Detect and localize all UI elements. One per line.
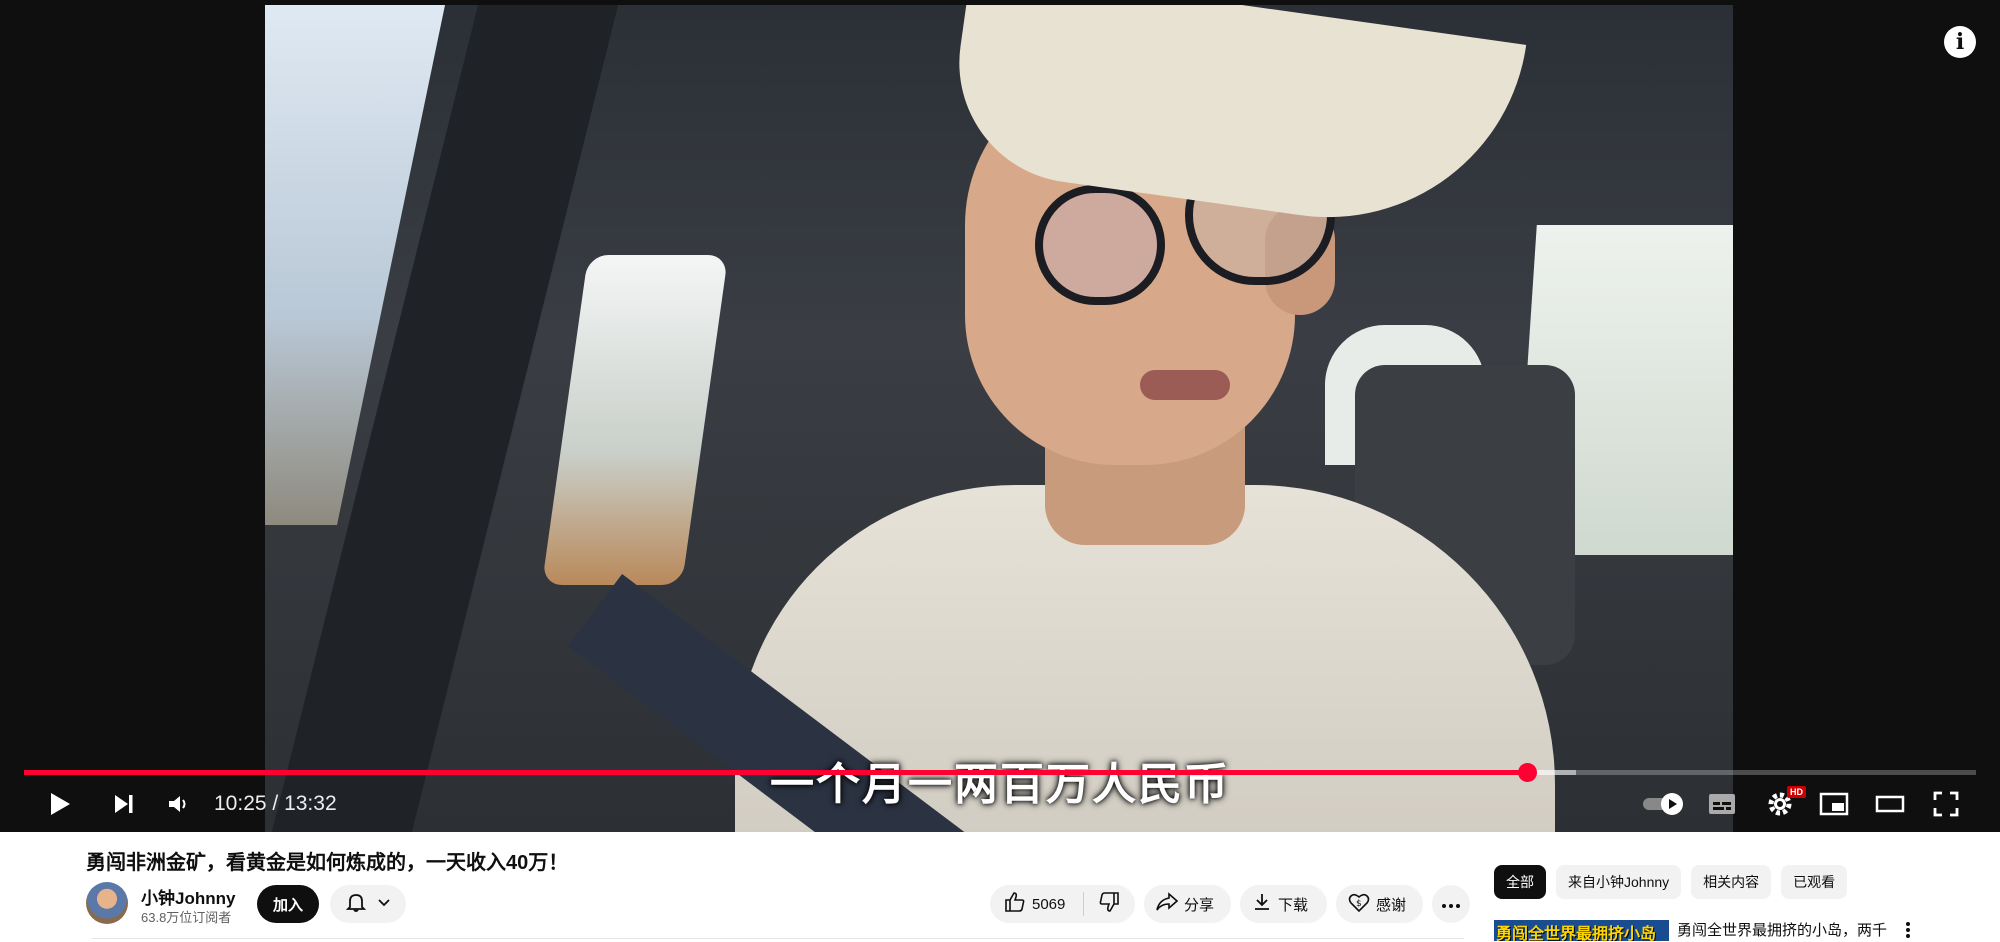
download-label: 下载 (1278, 896, 1309, 914)
autoplay-toggle[interactable] (1640, 784, 1688, 824)
more-actions-button[interactable] (1432, 885, 1470, 923)
share-button[interactable]: 分享 (1144, 885, 1231, 923)
channel-name[interactable]: 小钟Johnny (141, 884, 235, 909)
chip-from-channel[interactable]: 来自小钟Johnny (1556, 865, 1682, 899)
theater-icon[interactable] (1872, 784, 1908, 824)
share-label: 分享 (1184, 896, 1215, 914)
time-total: 13:32 (284, 792, 337, 815)
recommended-video[interactable]: 勇闯全世界最拥挤小岛 勇闯全世界最拥挤的小岛，两千 (1494, 916, 1974, 941)
settings-icon[interactable]: HD (1760, 784, 1806, 824)
thanks-button[interactable]: $ 感谢 (1336, 885, 1423, 923)
miniplayer-icon[interactable] (1816, 784, 1852, 824)
play-icon[interactable] (42, 784, 78, 824)
video-player[interactable]: i 一个月一两百万人民币 10:25 / 13:32 HD (0, 0, 2000, 832)
join-button[interactable]: 加入 (257, 885, 319, 923)
player-controls: 10:25 / 13:32 HD (0, 784, 2000, 824)
progress-bar[interactable] (24, 763, 1976, 782)
share-icon (1156, 892, 1179, 916)
time-display: 10:25 / 13:32 (214, 792, 337, 816)
heart-dollar-icon: $ (1348, 891, 1370, 917)
fullscreen-icon[interactable] (1928, 784, 1964, 824)
thumbs-up-icon (1004, 891, 1026, 917)
notification-button[interactable] (330, 885, 406, 923)
next-icon[interactable] (106, 784, 142, 824)
download-button[interactable]: 下载 (1240, 885, 1327, 923)
chip-all[interactable]: 全部 (1494, 865, 1546, 899)
thumbnail-caption: 勇闯全世界最拥挤小岛 (1496, 926, 1657, 941)
video-scene-mouth (1140, 370, 1230, 400)
more-vertical-icon[interactable] (1898, 918, 1918, 942)
avatar[interactable] (86, 882, 128, 924)
hd-badge: HD (1787, 786, 1806, 798)
video-frame[interactable] (265, 5, 1733, 832)
recommended-thumbnail[interactable]: 勇闯全世界最拥挤小岛 (1494, 920, 1669, 941)
bell-icon (345, 891, 367, 918)
progress-scrubber[interactable] (1518, 763, 1538, 782)
chevron-down-icon (376, 894, 392, 915)
subscriber-count: 63.8万位订阅者 (141, 910, 232, 925)
download-icon (1252, 892, 1272, 916)
video-scene-glasses-left (1035, 185, 1165, 305)
video-scene-window-mid (541, 255, 729, 585)
info-icon[interactable]: i (1944, 26, 1976, 58)
time-separator: / (266, 792, 285, 815)
like-dislike-group: 5069 (990, 885, 1135, 923)
more-horizontal-icon (1441, 896, 1461, 913)
thumbs-down-icon (1098, 891, 1120, 917)
recommended-title[interactable]: 勇闯全世界最拥挤的小岛，两千 (1677, 919, 1887, 940)
chip-related[interactable]: 相关内容 (1691, 865, 1772, 899)
video-title: 勇闯非洲金矿，看黄金是如何炼成的，一天收入40万！ (86, 852, 569, 874)
related-filter-chips: 全部 来自小钟Johnny 相关内容 已观看 (1494, 865, 1848, 899)
svg-text:$: $ (1356, 899, 1362, 909)
dislike-button[interactable] (1084, 885, 1134, 923)
thanks-label: 感谢 (1376, 896, 1407, 914)
like-count: 5069 (1032, 895, 1066, 913)
like-button[interactable]: 5069 (990, 885, 1083, 923)
description-divider (92, 938, 1464, 939)
volume-icon[interactable] (160, 784, 196, 824)
chip-watched[interactable]: 已观看 (1781, 865, 1848, 899)
subtitles-icon[interactable] (1704, 784, 1740, 824)
progress-played (24, 770, 1528, 775)
time-current: 10:25 (214, 792, 267, 815)
